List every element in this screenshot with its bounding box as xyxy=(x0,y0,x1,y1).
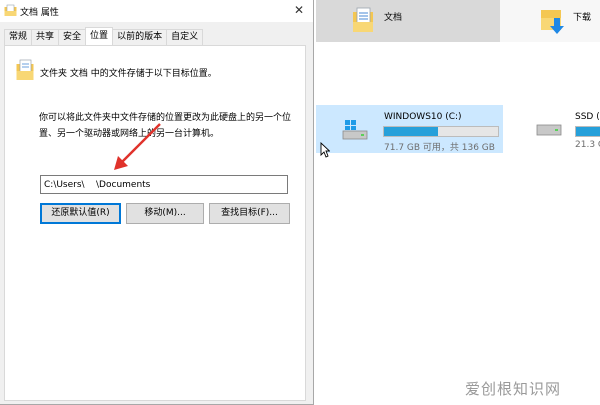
document-folder-icon xyxy=(352,6,374,37)
location-path-input[interactable] xyxy=(40,175,288,194)
drive-usage-bar-ssd xyxy=(575,126,600,137)
windows-drive-icon xyxy=(342,119,368,144)
document-folder-icon xyxy=(16,59,34,84)
folder-label-downloads: 下载 xyxy=(573,13,592,23)
folder-label-documents: 文档 xyxy=(384,13,403,23)
find-target-button[interactable]: 查找目标(F)... xyxy=(209,203,290,224)
close-icon[interactable]: ✕ xyxy=(291,2,307,18)
move-button[interactable]: 移动(M)... xyxy=(126,203,204,224)
drive-usage-fill-ssd xyxy=(576,127,600,136)
restore-default-button[interactable]: 还原默认值(R) xyxy=(40,203,121,224)
folder-tile-downloads[interactable]: 下载 xyxy=(500,0,600,42)
location-heading: 文件夹 文档 中的文件存储于以下目标位置。 xyxy=(40,69,217,79)
tab-customize[interactable]: 自定义 xyxy=(166,29,204,45)
tab-location[interactable]: 位置 xyxy=(85,27,114,45)
properties-dialog: 文档 属性 ✕ 常规 共享 安全 位置 以前的版本 自定义 文件夹 文档 中的文… xyxy=(0,0,314,405)
watermark-text: 爱创根知识网 xyxy=(465,380,562,398)
drive-usage-bar-c xyxy=(383,126,499,137)
drive-name-c: WINDOWS10 (C:) xyxy=(384,112,462,122)
hard-drive-icon xyxy=(536,121,562,140)
tab-previous-versions[interactable]: 以前的版本 xyxy=(112,29,168,45)
download-folder-icon xyxy=(540,6,564,39)
annotation-arrow-icon xyxy=(110,120,165,175)
drive-usage-fill-c xyxy=(384,127,438,136)
location-description: 你可以将此文件夹中文件存储的位置更改为此硬盘上的另一个位置、另一个驱动器或网络上… xyxy=(39,113,292,139)
folder-icon xyxy=(4,4,17,20)
folder-tile-documents[interactable]: 文档 xyxy=(316,0,500,42)
drive-free-c: 71.7 GB 可用，共 136 GB xyxy=(384,143,495,153)
tab-general[interactable]: 常规 xyxy=(4,29,33,45)
location-panel: 文件夹 文档 中的文件存储于以下目标位置。 你可以将此文件夹中文件存储的位置更改… xyxy=(4,45,306,401)
drive-tile-ssd[interactable]: SSD ( 21.3 G xyxy=(520,105,600,153)
drive-free-ssd: 21.3 G xyxy=(575,140,600,150)
drive-name-ssd: SSD ( xyxy=(575,112,600,122)
dialog-titlebar[interactable]: 文档 属性 ✕ xyxy=(0,0,313,22)
mouse-cursor-icon xyxy=(320,141,331,161)
tab-bar: 常规 共享 安全 位置 以前的版本 自定义 xyxy=(4,27,204,45)
drive-tile-c[interactable]: WINDOWS10 (C:) 71.7 GB 可用，共 136 GB xyxy=(316,105,503,153)
dialog-title: 文档 属性 xyxy=(20,8,59,18)
tab-sharing[interactable]: 共享 xyxy=(31,29,60,45)
tab-security[interactable]: 安全 xyxy=(58,29,87,45)
